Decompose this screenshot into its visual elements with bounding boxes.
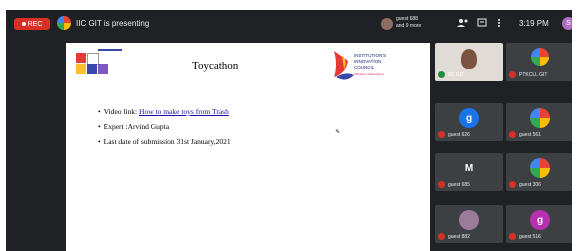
more-icon[interactable] bbox=[497, 18, 501, 31]
participant-tile[interactable]: M guest 685 bbox=[435, 153, 503, 191]
join-notification-line1: guest 688 bbox=[396, 16, 418, 22]
participant-tile[interactable]: g guest 516 bbox=[506, 205, 572, 243]
participant-tile[interactable]: PTKCLL GIT bbox=[506, 43, 572, 81]
mic-off-icon bbox=[438, 233, 445, 240]
participant-tile[interactable]: g guest 626 bbox=[435, 103, 503, 141]
participant-tile[interactable]: guest 306 bbox=[506, 153, 572, 191]
meeting-window: REC IIC GIT is presenting guest 688 and … bbox=[6, 10, 572, 251]
svg-text:COUNCIL: COUNCIL bbox=[354, 65, 375, 70]
iic-logo: INSTITUTION'S INNOVATION COUNCIL (Minist… bbox=[328, 47, 398, 93]
mic-off-icon bbox=[509, 181, 516, 188]
svg-text:INSTITUTION'S: INSTITUTION'S bbox=[354, 53, 386, 58]
list-item: • Expert :Arvind Gupta bbox=[98, 122, 170, 131]
recording-badge: REC bbox=[14, 18, 50, 30]
mic-off-icon bbox=[509, 131, 516, 138]
presenting-status: IIC GIT is presenting bbox=[76, 19, 150, 28]
avatar bbox=[381, 18, 393, 30]
top-bar: REC IIC GIT is presenting guest 688 and … bbox=[6, 10, 572, 36]
avatar bbox=[531, 48, 549, 66]
avatar bbox=[459, 210, 479, 230]
mic-off-icon bbox=[509, 71, 516, 78]
mouse-cursor-icon: ⬉ bbox=[335, 129, 341, 135]
participant-tile[interactable]: guest 561 bbox=[506, 103, 572, 141]
participant-tile[interactable]: IIC GIT bbox=[435, 43, 503, 81]
avatar: g bbox=[459, 108, 479, 128]
svg-text:(Ministry of Education): (Ministry of Education) bbox=[354, 72, 384, 76]
mic-off-icon bbox=[438, 181, 445, 188]
avatar bbox=[530, 108, 550, 128]
account-avatar[interactable]: S bbox=[562, 17, 572, 30]
presentation-slide: Toycathon INSTITUTION'S INNOVATION COUNC… bbox=[66, 43, 430, 251]
bullet-list: • Video link: How to make toys from Trash… bbox=[98, 107, 231, 152]
mic-off-icon bbox=[438, 131, 445, 138]
join-notification-line2: and 9 more bbox=[396, 23, 422, 29]
video-link[interactable]: How to make toys from Trash bbox=[139, 107, 229, 116]
list-item: • Video link: How to make toys from Trash bbox=[98, 107, 229, 116]
join-notification[interactable]: guest 688 and 9 more bbox=[381, 15, 441, 33]
git-logo bbox=[72, 47, 128, 83]
avatar: g bbox=[530, 210, 550, 230]
chat-icon[interactable] bbox=[477, 18, 487, 31]
recording-label: REC bbox=[27, 20, 43, 28]
presenter-logo-icon bbox=[57, 16, 71, 30]
participant-tile[interactable]: guest 882 bbox=[435, 205, 503, 243]
participant-video bbox=[461, 49, 477, 69]
avatar bbox=[530, 158, 550, 178]
slide-title: Toycathon bbox=[192, 60, 239, 72]
svg-text:INNOVATION: INNOVATION bbox=[354, 59, 381, 64]
mic-off-icon bbox=[509, 233, 516, 240]
record-dot-icon bbox=[21, 22, 26, 26]
avatar: M bbox=[459, 158, 479, 178]
mic-on-icon bbox=[438, 71, 445, 78]
participants-icon[interactable] bbox=[457, 18, 469, 31]
list-item: • Last date of submission 31st January,20… bbox=[98, 137, 231, 146]
clock: 3:19 PM bbox=[519, 19, 549, 28]
